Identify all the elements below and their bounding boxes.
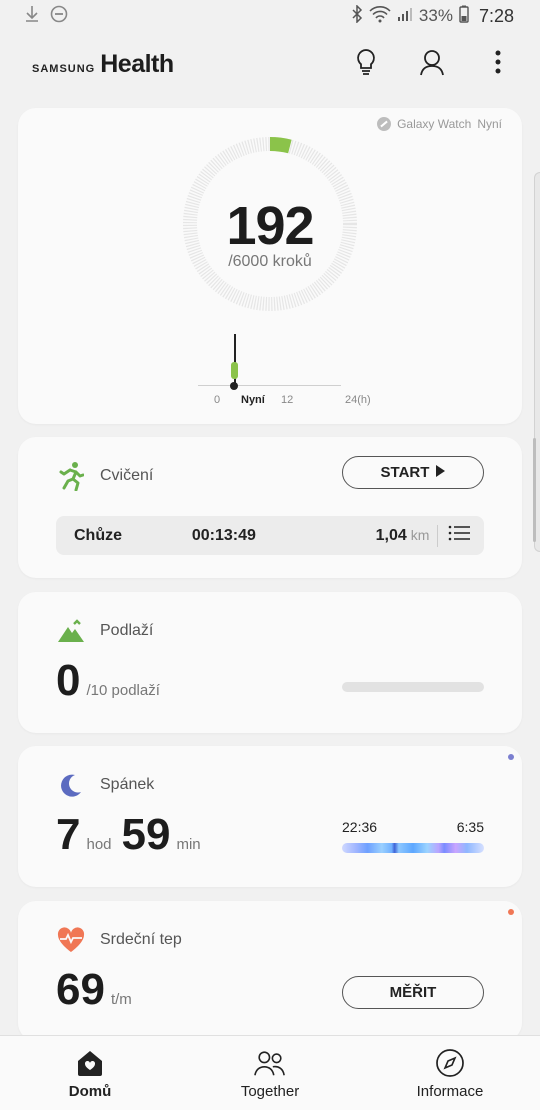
start-label: START [380,464,430,481]
people-icon [254,1047,286,1079]
floors-card[interactable]: Podlaží 0 /10 podlaží [18,592,522,733]
brand-health: Health [100,49,174,78]
sleep-title: Spánek [100,776,155,793]
sleep-header: Spánek [56,770,154,800]
heart-value-group: 69 t/m [56,965,142,1015]
activity-row[interactable]: Chůze 00:13:49 1,04 km [56,516,484,555]
tick-now: Nyní [241,394,265,406]
sleep-minutes-unit: min [176,836,201,853]
nav-info[interactable]: Informace [360,1036,540,1110]
more-icon [495,50,501,79]
wifi-icon [369,5,391,28]
steps-timeline: 0 Nyní 12 24(h) [198,332,371,412]
floors-value-group: 0 /10 podlaží [56,656,170,706]
list-icon[interactable] [448,524,472,547]
mountain-icon [56,616,86,646]
brand-samsung: SAMSUNG [32,62,96,75]
activity-distance: 1,04 km [329,527,437,545]
measure-button[interactable]: MĚŘIT [342,976,484,1009]
heart-header: Srdeční tep [56,925,182,955]
compass-icon [434,1047,466,1079]
heart-value: 69 [56,965,105,1014]
sleep-card[interactable]: Spánek 7 hod 59 min 22:36 6:35 [18,746,522,887]
nav-info-label: Informace [416,1082,484,1100]
floors-value: 0 [56,656,81,705]
bulb-icon [354,48,378,81]
tick-24: 24(h) [345,394,371,406]
nav-together[interactable]: Together [180,1036,360,1110]
person-icon [418,48,446,81]
play-icon [435,464,446,481]
exercise-title: Cvičení [100,467,154,484]
nav-together-label: Together [240,1082,300,1100]
nav-home-label: Domů [68,1082,112,1100]
signal-icon [397,6,413,27]
source-device: Galaxy Watch [397,117,472,131]
dnd-icon [50,5,68,28]
bluetooth-icon [351,3,363,28]
nav-home[interactable]: Domů [0,1036,180,1110]
bottom-navigation: Domů Together Informace [0,1035,540,1110]
download-icon [24,5,40,28]
moon-icon [56,770,86,800]
sleep-hours: 7 [56,810,81,859]
heart-title: Srdeční tep [100,931,182,948]
sleep-times: 22:36 6:35 [342,819,484,835]
battery-percent: 33% [418,6,453,25]
clock: 7:28 [478,5,514,26]
sleep-stage-bar [342,843,484,853]
sleep-end: 6:35 [456,819,484,835]
profile-button[interactable] [418,48,446,81]
timeline-dot [230,382,238,390]
steps-card[interactable]: Galaxy Watch Nyní 192 /6000 kroků 0 Nyní… [18,108,522,424]
tick-12: 12 [281,394,294,406]
app-header: SAMSUNG Health [0,32,540,96]
watch-icon [377,117,392,131]
home-icon [74,1047,106,1079]
tips-button[interactable] [352,48,380,81]
status-bar: 33% 7:28 [0,0,540,32]
floors-progress-bar [342,682,484,692]
sleep-start: 22:36 [342,819,378,835]
battery-icon [459,5,469,28]
divider [437,524,439,547]
sleep-minutes: 59 [121,810,171,859]
distance-value: 1,04 [375,526,407,544]
start-button[interactable]: START [342,456,484,489]
exercise-card[interactable]: Cvičení START Chůze 00:13:49 1,04 km [18,437,522,578]
steps-goal: /6000 kroků [228,253,312,270]
scrollbar[interactable] [533,438,536,542]
runner-icon [56,461,86,491]
timeline-axis [198,385,341,386]
heart-icon [56,925,86,955]
source-time: Nyní [477,117,502,131]
activity-duration: 00:13:49 [191,526,256,544]
tick-0: 0 [214,394,221,406]
floors-title: Podlaží [100,622,154,639]
floors-header: Podlaží [56,616,153,646]
more-options-button[interactable] [484,50,512,78]
timeline-bar [231,362,238,379]
activity-name: Chůze [74,526,122,544]
sleep-duration: 7 hod 59 min [56,810,211,860]
sleep-badge [508,754,514,760]
steps-ring: 192 /6000 kroků [181,135,359,313]
floors-unit: /10 podlaží [86,682,160,699]
heart-unit: t/m [110,991,132,1008]
sleep-hours-unit: hod [86,836,112,853]
data-source: Galaxy Watch Nyní [377,117,502,131]
distance-unit: km [410,526,430,543]
app-logo: SAMSUNG Health [32,50,174,79]
heart-badge [508,909,514,915]
exercise-header: Cvičení [56,461,153,491]
steps-count: 192 [226,196,314,256]
heart-rate-card[interactable]: Srdeční tep 69 t/m MĚŘIT [18,901,522,1041]
